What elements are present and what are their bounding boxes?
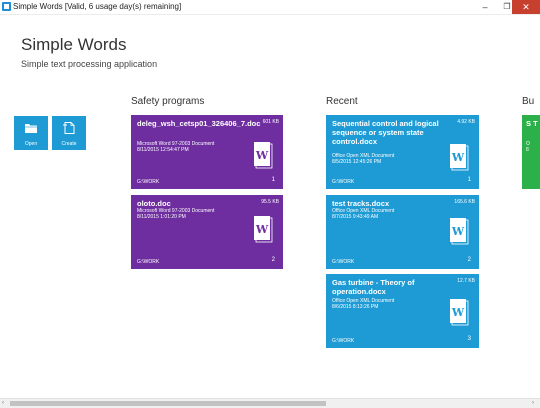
word-document-icon: W (254, 216, 273, 243)
scrollbar-thumb[interactable] (10, 401, 326, 406)
file-date: 8 (526, 147, 529, 153)
word-document-icon: W (450, 299, 469, 326)
file-path: G:\WORK (137, 179, 160, 185)
file-card-partial[interactable]: S T O 8 (522, 115, 540, 189)
scroll-left-arrow[interactable]: ‹ (2, 399, 4, 408)
file-count: 2 (467, 257, 471, 263)
new-document-icon (63, 122, 75, 134)
file-size: 601 KB (262, 119, 279, 125)
section-heading-recent: Recent (326, 96, 358, 107)
svg-text:W: W (451, 225, 465, 238)
window-titlebar: Simple Words [Valid, 6 usage day(s) rema… (0, 0, 540, 15)
file-count: 1 (467, 177, 471, 183)
open-label: Open (24, 141, 38, 147)
file-count: 3 (467, 336, 471, 342)
minimize-button[interactable]: – (474, 0, 496, 14)
file-path: G:\WORK (332, 179, 355, 185)
app-title: Simple Words (21, 35, 127, 54)
file-path: G:\WORK (137, 259, 160, 265)
section-heading-safety-programs: Safety programs (131, 96, 205, 107)
scroll-right-arrow[interactable]: › (532, 399, 534, 408)
file-date: 8/6/2015 8:13:26 PM (332, 304, 379, 310)
file-size: 12.7 KB (457, 278, 475, 284)
svg-text:W: W (451, 306, 465, 319)
file-size: 95.5 KB (261, 199, 279, 205)
file-name: test tracks.docx (332, 199, 390, 208)
create-label: Create (61, 141, 77, 147)
folder-icon (25, 124, 37, 133)
open-button[interactable]: Open (14, 116, 48, 150)
file-path: G:\WORK (332, 259, 355, 265)
word-document-icon: W (254, 142, 273, 169)
svg-text:W: W (255, 223, 269, 236)
window-title: Simple Words [Valid, 6 usage day(s) rema… (13, 2, 182, 11)
app-subtitle: Simple text processing application (21, 59, 158, 69)
file-card[interactable]: test tracks.docx 165.6 KB Office Open XM… (326, 195, 479, 269)
word-document-icon: W (450, 218, 469, 245)
file-card[interactable]: oloto.doc 95.5 KB Microsoft Word 97-2003… (131, 195, 283, 269)
file-name: oloto.doc (137, 199, 171, 208)
section-heading-bu: Bu (522, 96, 535, 107)
file-size: 165.6 KB (454, 199, 475, 205)
file-date: 8/7/2015 9:43:49 AM (332, 214, 379, 220)
app-icon (2, 2, 11, 11)
svg-text:W: W (255, 149, 269, 162)
file-name: Sequential control and logical sequence … (332, 119, 439, 146)
file-count: 1 (271, 177, 275, 183)
file-date: 8/11/2015 1:01:20 PM (137, 214, 186, 220)
file-name: deleg_wsh_cetsp01_326406_7.doc (137, 119, 261, 128)
word-document-icon: W (450, 144, 469, 171)
horizontal-scrollbar[interactable]: ‹ › (0, 398, 540, 408)
file-name: Gas turbine - Theory of operation.docx (332, 278, 415, 296)
file-card[interactable]: deleg_wsh_cetsp01_326406_7.doc 601 KB Mi… (131, 115, 283, 189)
file-date: 8/11/2015 12:54:47 PM (137, 147, 189, 153)
file-size: 4.92 KB (457, 119, 475, 125)
svg-text:W: W (451, 151, 465, 164)
file-date: 8/5/2015 12:45:26 PM (332, 159, 382, 165)
create-button[interactable]: Create (52, 116, 86, 150)
file-card[interactable]: Gas turbine - Theory of operation.docx 1… (326, 274, 479, 348)
file-card[interactable]: Sequential control and logical sequence … (326, 115, 479, 189)
close-button[interactable]: ✕ (512, 0, 540, 14)
file-count: 2 (271, 257, 275, 263)
file-path: G:\WORK (332, 338, 355, 344)
file-name: S T (526, 119, 538, 128)
